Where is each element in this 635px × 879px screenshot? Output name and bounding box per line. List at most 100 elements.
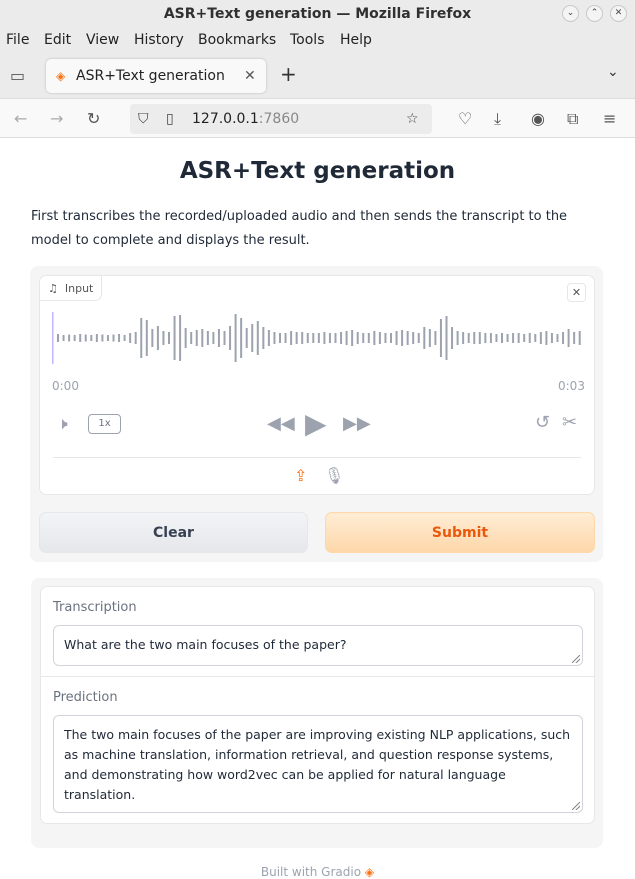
resize-handle[interactable]: [572, 655, 580, 663]
account-icon[interactable]: ◉: [531, 109, 545, 128]
app-menu-icon[interactable]: ≡: [603, 109, 616, 128]
waveform-bar: [439, 319, 442, 357]
waveform-bar: [534, 334, 537, 342]
waveform-bar: [229, 326, 232, 350]
menu-help[interactable]: Help: [340, 32, 372, 48]
waveform-bar: [95, 334, 98, 342]
menu-file[interactable]: File: [6, 32, 29, 48]
upload-icon[interactable]: ⇪: [294, 466, 307, 485]
transcription-textarea[interactable]: What are the two main focuses of the pap…: [53, 625, 583, 666]
minimize-button[interactable]: ⌄: [562, 5, 579, 22]
url-bar[interactable]: ⛉ ▯ 127.0.0.1:7860 ☆: [130, 104, 432, 134]
waveform-bar: [151, 329, 154, 347]
microphone-icon[interactable]: 🎙: [324, 466, 344, 485]
footer-text[interactable]: Built with Gradio: [261, 865, 361, 879]
waveform-bar: [240, 318, 243, 358]
extensions-icon[interactable]: ⧉: [567, 109, 578, 129]
pocket-icon[interactable]: ♡: [458, 109, 472, 128]
tab-active[interactable]: ◈ ASR+Text generation ✕: [46, 59, 266, 93]
page-title: ASR+Text generation: [179, 158, 456, 184]
divider: [53, 457, 581, 458]
waveform[interactable]: [52, 312, 582, 364]
maximize-button[interactable]: ⌃: [586, 5, 603, 22]
menu-bar: File Edit View History Bookmarks Tools H…: [0, 28, 635, 54]
playhead: [52, 312, 54, 364]
resize-handle[interactable]: [572, 802, 580, 810]
waveform-bar: [290, 331, 293, 345]
output-panel: Transcription What are the two main focu…: [31, 578, 603, 848]
waveform-bar: [145, 320, 148, 356]
bookmark-star-icon[interactable]: ☆: [406, 104, 419, 134]
waveform-bar: [201, 329, 204, 347]
waveform-bar: [373, 331, 376, 345]
waveform-bar: [506, 334, 509, 342]
waveform-bar: [462, 332, 465, 344]
waveform-bar: [62, 335, 65, 341]
waveform-bar: [179, 315, 182, 361]
waveform-bar: [256, 321, 259, 355]
waveform-bar: [539, 332, 542, 344]
waveform-bar: [184, 328, 187, 348]
rewind-icon[interactable]: ◀◀: [267, 413, 295, 434]
waveform-bar: [384, 333, 387, 343]
submit-button[interactable]: Submit: [325, 512, 595, 553]
waveform-bar: [245, 328, 248, 348]
waveform-bar: [345, 331, 348, 345]
waveform-bar: [428, 329, 431, 347]
shield-icon[interactable]: ⛉: [138, 104, 149, 134]
waveform-bar: [234, 314, 237, 362]
waveform-bar: [323, 332, 326, 344]
reset-icon[interactable]: ↺: [535, 412, 550, 433]
playback-speed-button[interactable]: 1x: [88, 414, 121, 434]
waveform-bar: [223, 331, 226, 345]
waveform-bar: [251, 324, 254, 352]
waveform-bar: [550, 333, 553, 343]
menu-history[interactable]: History: [134, 32, 184, 48]
waveform-bar: [262, 327, 265, 349]
waveform-bar: [79, 334, 82, 342]
waveform-bar: [367, 333, 370, 343]
prediction-textarea[interactable]: The two main focuses of the paper are im…: [53, 715, 583, 813]
close-window-button[interactable]: ✕: [610, 5, 627, 22]
page-icon: ▯: [166, 111, 174, 127]
waveform-bar: [334, 333, 337, 343]
waveform-bar: [217, 329, 220, 347]
waveform-bar: [112, 334, 115, 342]
downloads-icon[interactable]: ⤓: [494, 109, 501, 129]
menu-view[interactable]: View: [86, 32, 119, 48]
list-tabs-icon[interactable]: ⌄: [607, 64, 619, 80]
trim-scissors-icon[interactable]: ✂: [562, 412, 577, 433]
back-icon[interactable]: ←: [14, 109, 27, 128]
divider: [41, 676, 594, 677]
waveform-bar: [106, 335, 109, 341]
tab-overview-icon[interactable]: ▭: [10, 66, 25, 85]
reload-icon[interactable]: ↻: [87, 109, 100, 128]
menu-tools[interactable]: Tools: [290, 32, 325, 48]
menu-edit[interactable]: Edit: [44, 32, 71, 48]
clear-button[interactable]: Clear: [39, 512, 308, 553]
waveform-bar: [378, 332, 381, 344]
waveform-bar: [517, 333, 520, 343]
waveform-bar: [473, 332, 476, 344]
waveform-bar: [545, 331, 548, 345]
window-titlebar: ASR+Text generation — Mozilla Firefox ⌄ …: [0, 0, 635, 28]
volume-icon[interactable]: 🕨: [57, 414, 68, 434]
menu-bookmarks[interactable]: Bookmarks: [198, 32, 276, 48]
waveform-bar: [301, 332, 304, 344]
forward-icon[interactable]: →: [50, 109, 63, 128]
waveform-bar: [340, 332, 343, 344]
waveform-bar: [445, 316, 448, 360]
music-note-icon: ♫: [48, 282, 58, 295]
fast-forward-icon[interactable]: ▶▶: [343, 413, 371, 434]
waveform-bar: [279, 333, 281, 343]
waveform-bar: [134, 332, 137, 344]
close-tab-icon[interactable]: ✕: [244, 59, 256, 93]
new-tab-icon[interactable]: +: [280, 62, 297, 86]
play-icon[interactable]: ▶: [305, 407, 327, 440]
time-start: 0:00: [52, 379, 79, 393]
audio-label-text: Input: [64, 282, 94, 295]
input-panel: ♫ Input ✕ 0:00 0:03 🕨 1x ◀◀ ▶ ▶▶ ↺ ✂ ⇪ 🎙…: [30, 266, 603, 562]
clear-audio-button[interactable]: ✕: [567, 283, 586, 302]
window-title: ASR+Text generation — Mozilla Firefox: [163, 6, 472, 22]
waveform-bar: [190, 332, 193, 344]
